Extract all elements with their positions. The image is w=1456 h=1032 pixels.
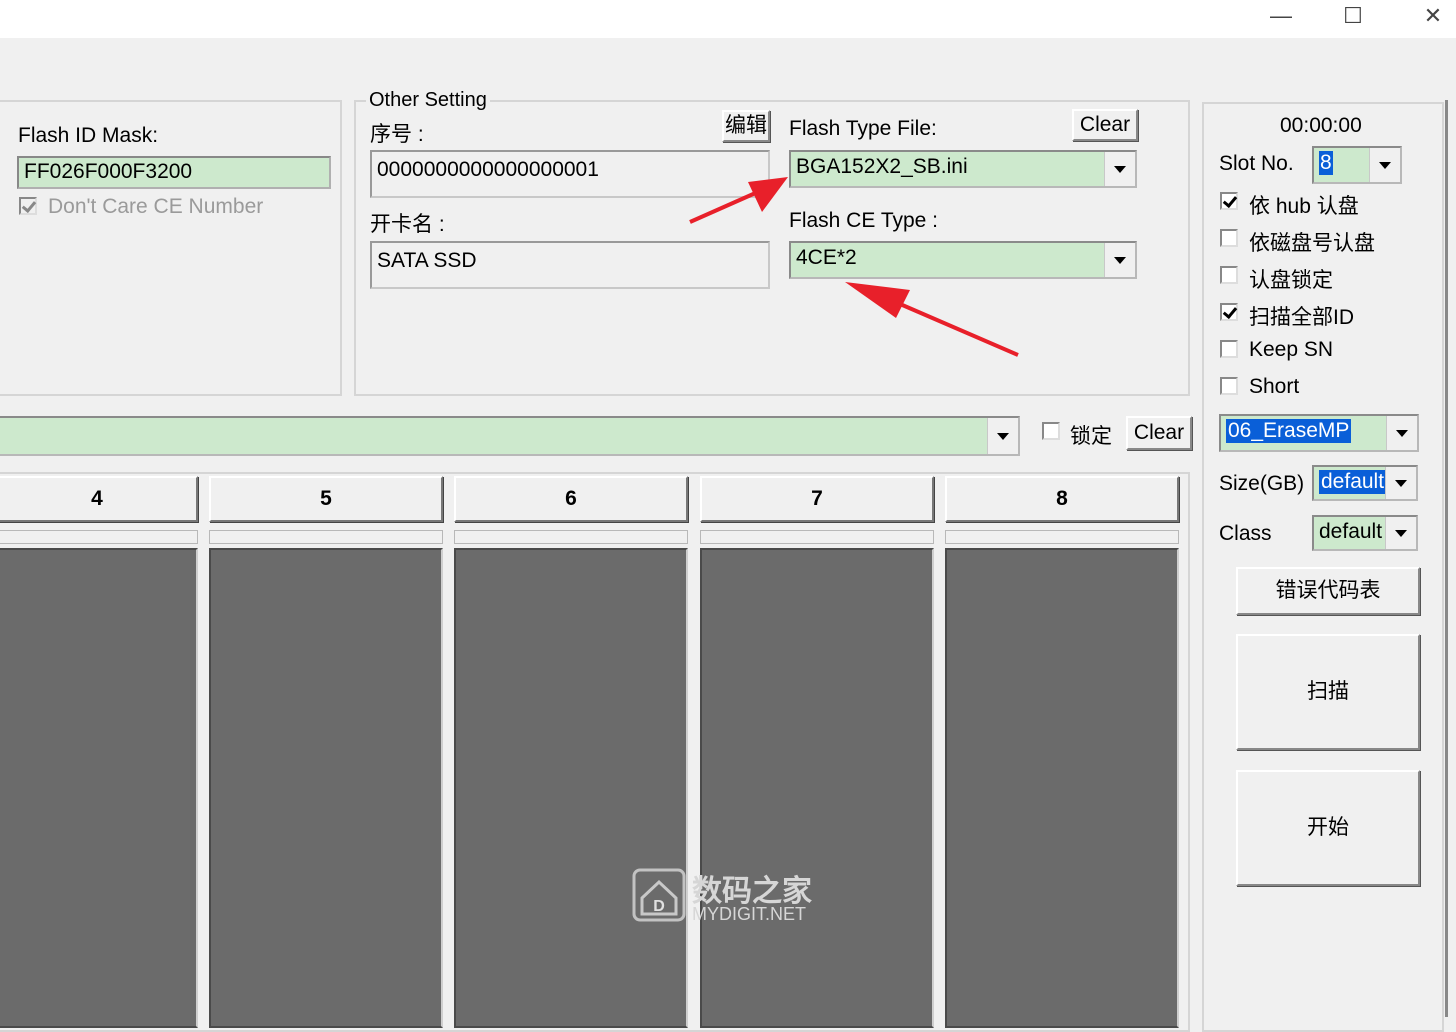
chevron-down-icon[interactable] (1386, 416, 1417, 450)
watermark-brand-en: MYDIGIT.NET (692, 904, 807, 924)
chevron-down-icon[interactable] (1369, 148, 1400, 182)
error-code-button[interactable]: 错误代码表 (1236, 567, 1420, 615)
slot-status-strip (0, 530, 198, 544)
option-label-scan-all: 扫描全部ID (1249, 306, 1354, 329)
mode-combo[interactable]: 06_EraseMP (1219, 414, 1419, 452)
watermark-logo-icon: D (632, 868, 686, 922)
mode-path-combo[interactable] (0, 416, 1020, 456)
option-checkbox-keep-sn[interactable] (1220, 340, 1238, 358)
panel-edge (1445, 100, 1448, 1017)
size-combo[interactable]: default (1312, 465, 1418, 501)
option-checkbox-short[interactable] (1220, 377, 1238, 395)
class-combo[interactable]: default (1312, 515, 1418, 551)
arrow-icon (845, 282, 1019, 357)
slot-no-value: 8 (1319, 151, 1333, 175)
slot-header-5[interactable]: 5 (209, 476, 443, 522)
option-label-short: Short (1249, 375, 1300, 398)
class-value: default (1319, 520, 1383, 543)
watermark: D 数码之家 MYDIGIT.NET (632, 866, 832, 926)
slot-status-strip (945, 530, 1179, 544)
slot-no-combo[interactable]: 8 (1312, 146, 1402, 184)
clear-button[interactable]: Clear (1126, 416, 1192, 450)
scan-button[interactable]: 扫描 (1236, 634, 1420, 750)
chevron-down-icon[interactable] (1385, 467, 1416, 499)
start-button[interactable]: 开始 (1236, 770, 1420, 886)
class-label: Class (1219, 522, 1272, 545)
option-checkbox-lock[interactable] (1220, 266, 1238, 284)
slot-header-8[interactable]: 8 (945, 476, 1179, 522)
lock-checkbox[interactable] (1042, 422, 1060, 440)
slot-status-strip (700, 530, 934, 544)
timer-display: 00:00:00 (1280, 114, 1362, 137)
mode-value: 06_EraseMP (1226, 419, 1352, 443)
option-checkbox-scan-all[interactable] (1220, 303, 1238, 321)
chevron-down-icon[interactable] (987, 418, 1018, 454)
slot-header-6[interactable]: 6 (454, 476, 688, 522)
slot-body-7 (700, 548, 934, 1028)
option-label-disk: 依磁盘号认盘 (1249, 232, 1375, 255)
slot-no-label: Slot No. (1219, 152, 1294, 175)
size-label: Size(GB) (1219, 472, 1305, 495)
slot-body-8 (945, 548, 1179, 1028)
option-checkbox-hub[interactable] (1220, 192, 1238, 210)
slot-header-4[interactable]: 4 (0, 476, 198, 522)
slot-status-strip (209, 530, 443, 544)
option-label-keep-sn: Keep SN (1249, 338, 1334, 361)
slot-body-5 (209, 548, 443, 1028)
slot-body-6 (454, 548, 688, 1028)
arrow-icon (689, 177, 788, 224)
slot-status-strip (454, 530, 688, 544)
chevron-down-icon[interactable] (1385, 517, 1416, 549)
option-label-hub: 依 hub 认盘 (1249, 195, 1359, 218)
option-label-lock: 认盘锁定 (1249, 269, 1333, 292)
option-checkbox-disk[interactable] (1220, 229, 1238, 247)
slot-header-7[interactable]: 7 (700, 476, 934, 522)
lock-label: 锁定 (1070, 425, 1112, 448)
size-value: default (1319, 470, 1387, 494)
svg-text:D: D (653, 898, 665, 915)
slot-body-4 (0, 548, 198, 1028)
